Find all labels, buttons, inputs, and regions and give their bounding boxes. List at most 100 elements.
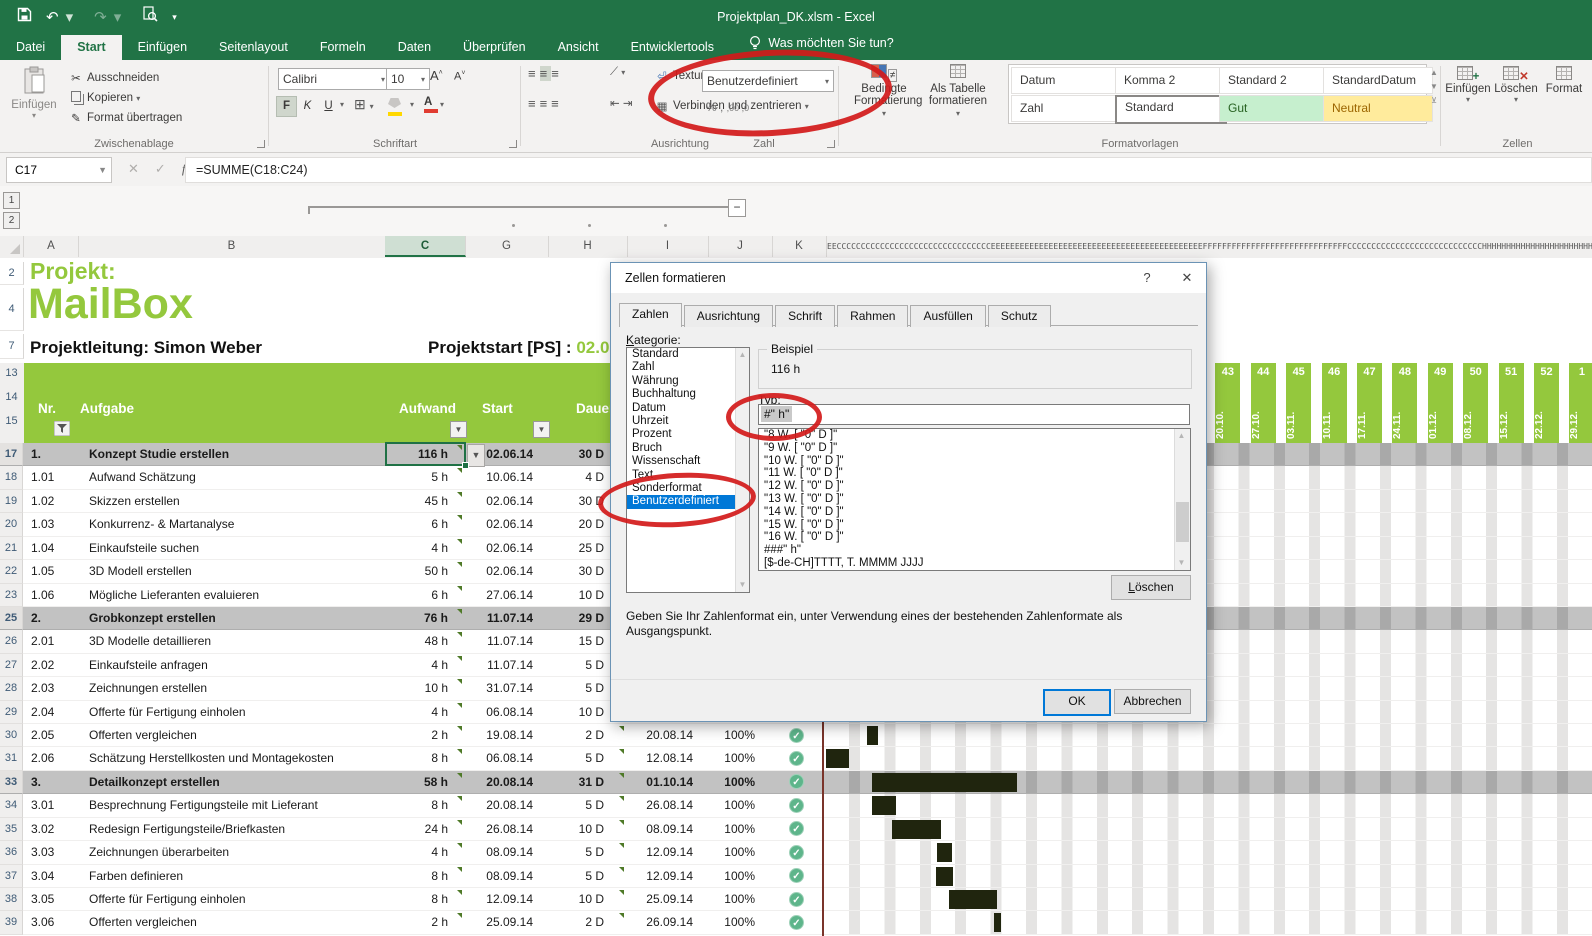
- style-cell-komma-2[interactable]: Komma 2: [1115, 67, 1225, 94]
- style-cell-gut[interactable]: Gut: [1219, 95, 1329, 122]
- cell-task[interactable]: 3D Modelle detaillieren: [77, 630, 384, 653]
- row-header-30[interactable]: 30: [0, 724, 23, 747]
- cell-effort[interactable]: 76 h: [384, 607, 464, 630]
- select-all-button[interactable]: [0, 236, 24, 257]
- category-item-währung[interactable]: Währung: [627, 375, 749, 388]
- cell-start[interactable]: 20.08.14: [464, 794, 547, 817]
- ribbon-tab-ansicht[interactable]: Ansicht: [542, 35, 615, 60]
- cell-task[interactable]: Schätzung Herstellkosten und Montagekost…: [77, 747, 384, 770]
- cell-task[interactable]: Offerte für Fertigung einholen: [77, 888, 384, 911]
- borders-icon[interactable]: ⊞ ▾: [354, 96, 374, 113]
- grow-font-button[interactable]: A˄: [430, 68, 443, 83]
- shrink-font-button[interactable]: A˅: [454, 70, 465, 83]
- cell-start[interactable]: 06.08.14: [464, 747, 547, 770]
- cell-start[interactable]: 26.08.14: [464, 818, 547, 841]
- name-box[interactable]: C17▼: [6, 157, 112, 183]
- cell-nr[interactable]: 3.01: [23, 794, 77, 817]
- format-item-10[interactable]: [$-de-CH]TTTT, T. MMMM JJJJ: [759, 557, 1190, 570]
- style-cell-zahl[interactable]: Zahl: [1011, 95, 1121, 122]
- cell-task[interactable]: Konkurrenz- & Martanalyse: [77, 513, 384, 536]
- fill-handle[interactable]: [462, 462, 469, 469]
- cell-nr[interactable]: 1.05: [23, 560, 77, 583]
- cell-start[interactable]: 11.07.14: [464, 630, 547, 653]
- cell-nr[interactable]: 2.01: [23, 630, 77, 653]
- column-header-j[interactable]: J: [708, 236, 773, 257]
- format-cells-button[interactable]: Format: [1541, 66, 1587, 95]
- dialog-tab-schutz[interactable]: Schutz: [988, 305, 1051, 327]
- row-header-27[interactable]: 27: [0, 654, 23, 677]
- cell-effort[interactable]: 4 h: [384, 537, 464, 560]
- selected-cell-outline[interactable]: [385, 442, 466, 466]
- row-header-7[interactable]: 7: [0, 334, 24, 359]
- cell-task[interactable]: 3D Modell erstellen: [77, 560, 384, 583]
- cell-nr[interactable]: 3.04: [23, 865, 77, 888]
- dialog-help-button[interactable]: ?: [1128, 263, 1166, 293]
- column-header-h[interactable]: H: [548, 236, 628, 257]
- row-header-2[interactable]: 2: [0, 262, 24, 285]
- cell-start[interactable]: 11.07.14: [464, 607, 547, 630]
- copy-button[interactable]: Kopieren ▾: [68, 88, 182, 108]
- confirm-entry-icon[interactable]: ✓: [155, 161, 166, 177]
- format-as-table-button[interactable]: Als Tabelle formatieren ▾: [926, 64, 990, 120]
- column-header-a[interactable]: A: [24, 236, 79, 257]
- gantt-week-50[interactable]: 5008.12.: [1463, 363, 1488, 443]
- cell-start[interactable]: 08.09.14: [464, 865, 547, 888]
- ribbon-tab-einfügen[interactable]: Einfügen: [122, 35, 203, 60]
- row-header-38[interactable]: 38: [0, 888, 23, 911]
- cell-start[interactable]: 19.08.14: [464, 724, 547, 747]
- cell-duration[interactable]: 31 D: [547, 771, 626, 794]
- cell-effort[interactable]: 8 h: [384, 794, 464, 817]
- dialog-tab-rahmen[interactable]: Rahmen: [837, 305, 908, 327]
- cell-start[interactable]: 02.06.14: [464, 513, 547, 536]
- gantt-week-44[interactable]: 4427.10.: [1251, 363, 1276, 443]
- cell-effort[interactable]: 4 h: [384, 701, 464, 724]
- cancel-button[interactable]: Abbrechen: [1114, 689, 1191, 714]
- cell-duration[interactable]: 5 D: [547, 865, 626, 888]
- cell-effort[interactable]: 4 h: [384, 841, 464, 864]
- cell-effort[interactable]: 2 h: [384, 911, 464, 934]
- delete-format-button[interactable]: Löschen: [1111, 575, 1191, 600]
- cell-status[interactable]: ✓: [771, 724, 825, 747]
- cell-effort[interactable]: 8 h: [384, 888, 464, 911]
- category-item-buchhaltung[interactable]: Buchhaltung: [627, 388, 749, 401]
- cell-end[interactable]: 25.09.14: [626, 888, 707, 911]
- underline-button[interactable]: U: [318, 96, 339, 117]
- dialog-tab-ausrichtung[interactable]: Ausrichtung: [684, 305, 773, 327]
- cell-end[interactable]: 20.08.14: [626, 724, 707, 747]
- cell-nr[interactable]: 1.03: [23, 513, 77, 536]
- outline-level-2-button[interactable]: 2: [3, 212, 20, 229]
- format-list[interactable]: "8 W. [ "0" D ]""9 W. [ "0" D ]""10 W. […: [758, 428, 1191, 571]
- ok-button[interactable]: OK: [1043, 689, 1111, 716]
- cell-end[interactable]: 26.09.14: [626, 911, 707, 934]
- dialog-tab-schrift[interactable]: Schrift: [775, 305, 835, 327]
- cell-duration[interactable]: 2 D: [547, 911, 626, 934]
- gantt-week-52[interactable]: 5222.12.: [1534, 363, 1559, 443]
- row-header-31[interactable]: 31: [0, 747, 23, 770]
- orientation-icon[interactable]: ⟋ ▾: [610, 66, 625, 79]
- outline-level-1-button[interactable]: 1: [3, 192, 20, 209]
- format-item-7[interactable]: "15 W. [ "0" D ]": [759, 519, 1190, 532]
- filter-applied-icon[interactable]: [54, 421, 70, 436]
- cell-task[interactable]: Besprechnung Fertigungsteile mit Liefera…: [77, 794, 384, 817]
- row-header-37[interactable]: 37: [0, 865, 23, 888]
- cell-start[interactable]: 11.07.14: [464, 654, 547, 677]
- cell-effort[interactable]: 10 h: [384, 677, 464, 700]
- cell-nr[interactable]: 2.03: [23, 677, 77, 700]
- format-painter-button[interactable]: ✎Format übertragen: [68, 108, 182, 128]
- gantt-week-1[interactable]: 129.12.: [1569, 363, 1592, 443]
- dialog-tab-ausfüllen[interactable]: Ausfüllen: [910, 305, 985, 327]
- clipboard-dialog-launcher-icon[interactable]: [257, 140, 265, 148]
- scrollbar-thumb[interactable]: [1176, 502, 1189, 542]
- gantt-week-47[interactable]: 4717.11.: [1357, 363, 1382, 443]
- gantt-week-48[interactable]: 4824.11.: [1392, 363, 1417, 443]
- cell-start[interactable]: 02.06.14: [464, 560, 547, 583]
- cell-nr[interactable]: 3.02: [23, 818, 77, 841]
- bold-button[interactable]: F: [276, 96, 297, 117]
- cell-percent[interactable]: 100%: [707, 911, 771, 934]
- row-header-15[interactable]: 15: [0, 415, 23, 427]
- cell-start[interactable]: 31.07.14: [464, 677, 547, 700]
- cell-duration[interactable]: 5 D: [547, 747, 626, 770]
- cell-duration[interactable]: 10 D: [547, 818, 626, 841]
- font-color-dropdown-icon[interactable]: ▾: [440, 100, 444, 109]
- font-dialog-launcher-icon[interactable]: [509, 140, 517, 148]
